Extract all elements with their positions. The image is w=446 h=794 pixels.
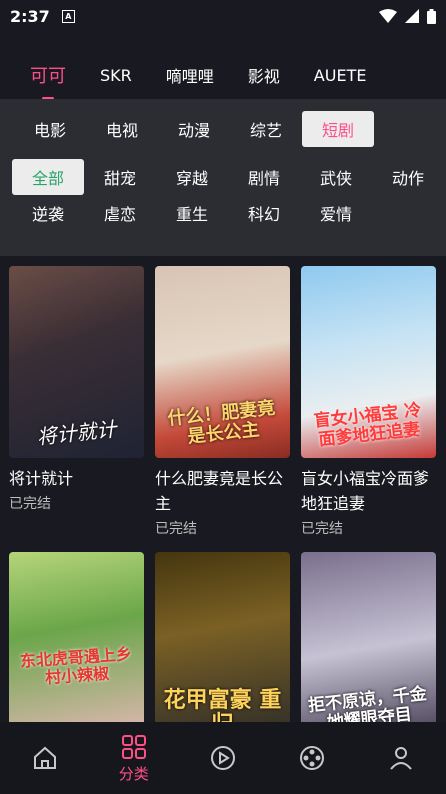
genre-tragic-love[interactable]: 虐恋 <box>84 195 156 231</box>
poster-image[interactable]: 东北虎哥遇上乡村小辣椒 <box>9 552 144 744</box>
genre-rebirth[interactable]: 重生 <box>156 195 228 231</box>
drama-card[interactable]: 将计就计 将计就计 已完结 <box>9 266 144 538</box>
poster-title-art: 盲女小福宝 冷面爹地狂追妻 <box>312 400 423 450</box>
card-title[interactable]: 盲女小福宝冷面爹地狂追妻 <box>301 466 436 516</box>
card-title[interactable]: 什么肥妻竟是长公主 <box>155 466 290 516</box>
card-title[interactable]: 将计就计 <box>9 466 144 491</box>
card-status: 已完结 <box>301 521 343 537</box>
poster-title-art: 什么！肥妻竟是长公主 <box>166 397 277 448</box>
genre-grid: 全部 甜宠 穿越 剧情 武侠 动作 逆袭 虐恋 重生 科幻 爱情 <box>12 159 442 231</box>
app-notification-icon: A <box>61 9 75 23</box>
play-circle-icon <box>211 746 235 770</box>
drama-card[interactable]: 花甲富豪 重归 <box>155 552 290 744</box>
poster-image[interactable]: 将计就计 <box>9 266 144 458</box>
battery-icon <box>427 8 436 24</box>
tab-source-2[interactable]: SKR <box>100 66 132 85</box>
content-grid: 将计就计 将计就计 已完结 什么！肥妻竟是长公主 什么肥妻竟是长公主 已完结 盲… <box>9 266 439 744</box>
category-short-drama[interactable]: 短剧 <box>302 111 374 147</box>
card-status: 已完结 <box>9 496 51 512</box>
category-tv[interactable]: 电视 <box>86 111 158 147</box>
card-status: 已完结 <box>155 521 197 537</box>
bottom-nav: 分类 <box>0 722 446 794</box>
genre-comeback[interactable]: 逆袭 <box>12 195 84 231</box>
drama-card[interactable]: 什么！肥妻竟是长公主 什么肥妻竟是长公主 已完结 <box>155 266 290 538</box>
genre-sci-fi[interactable]: 科幻 <box>228 195 300 231</box>
genre-time-travel[interactable]: 穿越 <box>156 159 228 195</box>
category-anime[interactable]: 动漫 <box>158 111 230 147</box>
genre-romance[interactable]: 爱情 <box>300 195 372 231</box>
status-bar: 2:37 A <box>0 0 446 32</box>
poster-image[interactable]: 拒不原谅，千金她耀眼夺目 <box>301 552 436 744</box>
category-variety[interactable]: 综艺 <box>230 111 302 147</box>
drama-card[interactable]: 拒不原谅，千金她耀眼夺目 <box>301 552 436 744</box>
nav-home[interactable] <box>0 722 89 794</box>
nav-film[interactable] <box>268 722 357 794</box>
genre-sweet[interactable]: 甜宠 <box>84 159 156 195</box>
drama-card[interactable]: 东北虎哥遇上乡村小辣椒 <box>9 552 144 744</box>
nav-category[interactable]: 分类 <box>89 722 178 794</box>
source-tabs: 可可 SKR 嘀哩哩 影视 AUETE <box>0 55 446 95</box>
genre-action[interactable]: 动作 <box>372 159 444 195</box>
drama-card[interactable]: 盲女小福宝 冷面爹地狂追妻 盲女小福宝冷面爹地狂追妻 已完结 <box>301 266 436 538</box>
nav-play[interactable] <box>178 722 267 794</box>
genre-martial-arts[interactable]: 武侠 <box>300 159 372 195</box>
wifi-icon <box>379 9 397 23</box>
nav-category-label: 分类 <box>118 764 149 783</box>
category-grid-icon <box>121 734 146 759</box>
filter-panel: 电影 电视 动漫 综艺 短剧 全部 甜宠 穿越 剧情 武侠 动作 逆袭 虐恋 重… <box>0 99 446 256</box>
genre-all[interactable]: 全部 <box>12 159 84 195</box>
poster-image[interactable]: 盲女小福宝 冷面爹地狂追妻 <box>301 266 436 458</box>
category-movie[interactable]: 电影 <box>14 111 86 147</box>
film-reel-icon <box>300 746 325 770</box>
tab-source-1[interactable]: 可可 <box>30 62 66 88</box>
poster-title-art: 将计就计 <box>35 416 118 450</box>
user-icon <box>390 747 413 770</box>
category-row: 电影 电视 动漫 综艺 短剧 <box>14 111 432 147</box>
poster-title-art: 东北虎哥遇上乡村小辣椒 <box>19 643 133 687</box>
tab-source-4[interactable]: 影视 <box>248 63 280 87</box>
tab-source-3[interactable]: 嘀哩哩 <box>166 63 214 87</box>
tab-source-5[interactable]: AUETE <box>314 66 367 85</box>
poster-image[interactable]: 花甲富豪 重归 <box>155 552 290 744</box>
signal-icon <box>405 9 419 23</box>
genre-drama[interactable]: 剧情 <box>228 159 300 195</box>
nav-profile[interactable] <box>357 722 446 794</box>
home-icon <box>33 746 56 769</box>
poster-image[interactable]: 什么！肥妻竟是长公主 <box>155 266 290 458</box>
status-time: 2:37 <box>10 6 50 26</box>
